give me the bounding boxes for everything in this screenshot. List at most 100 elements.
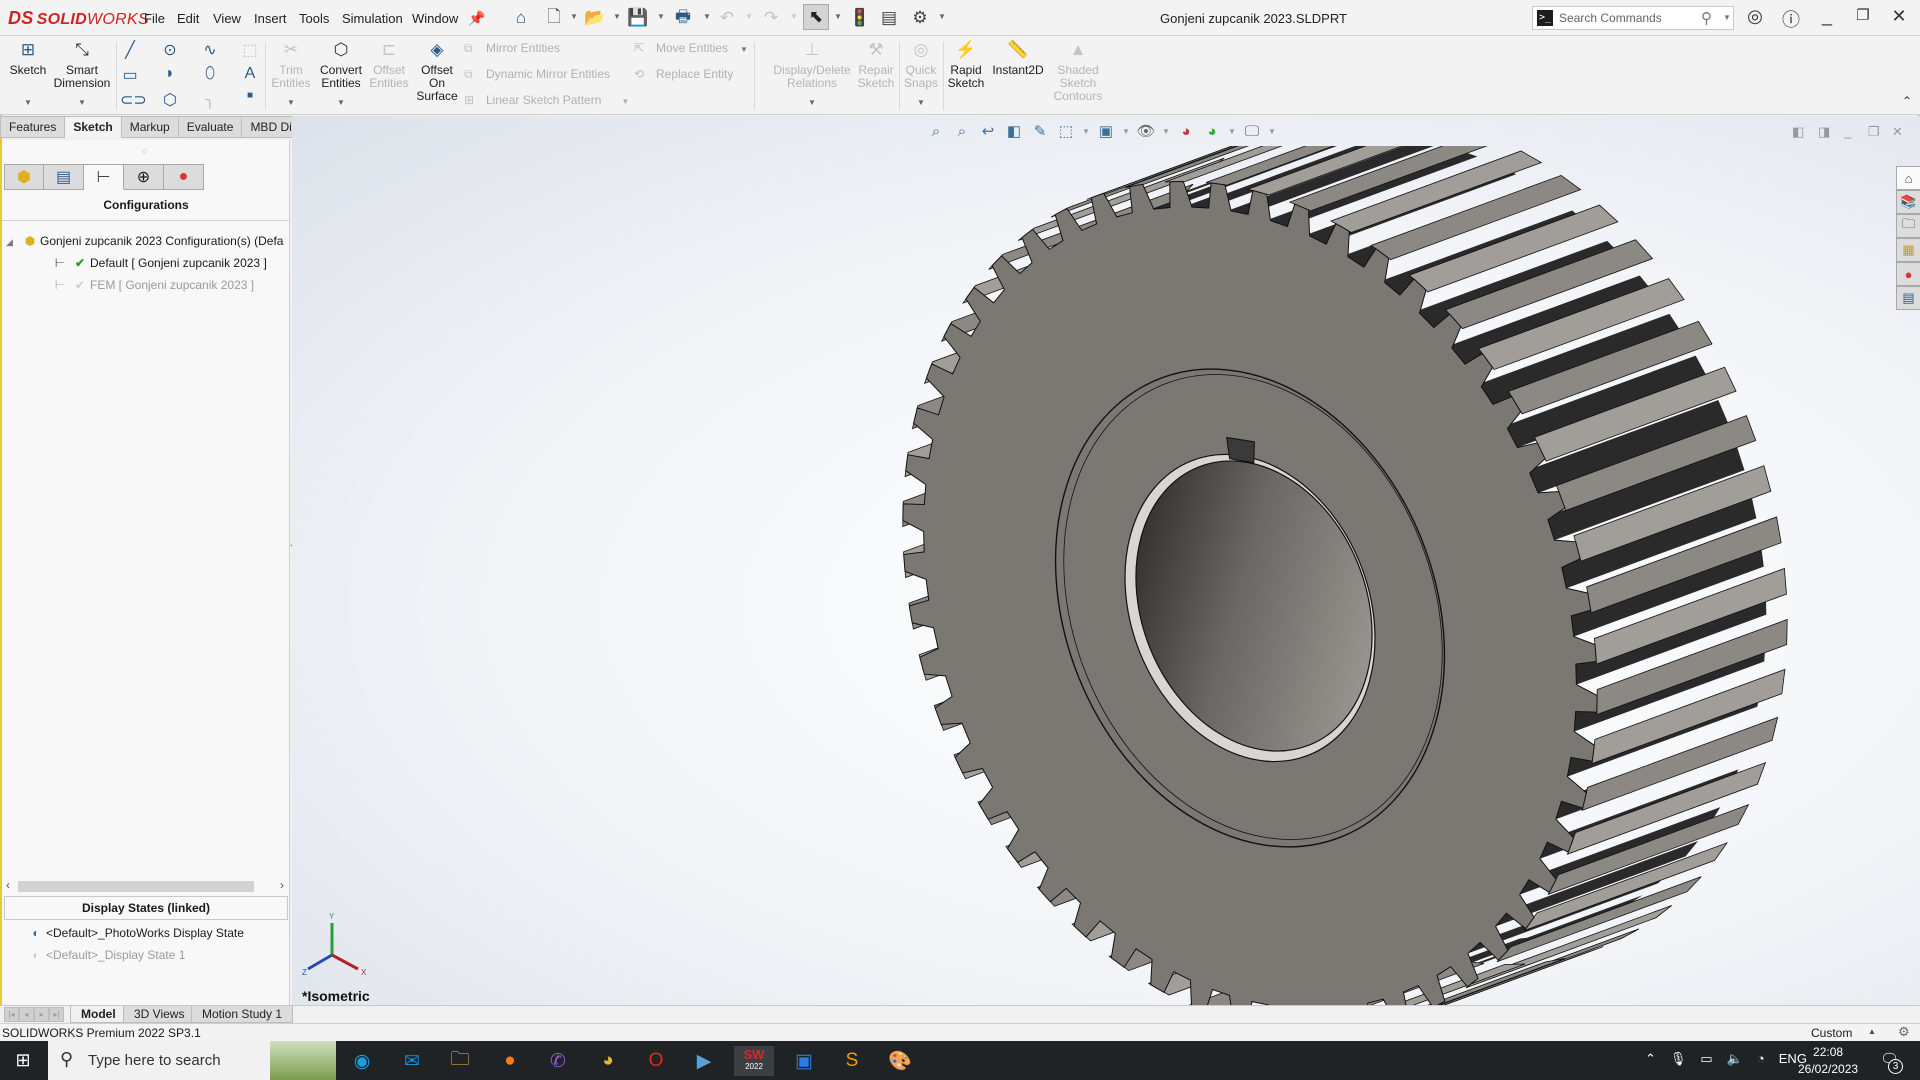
display-style-dropdown-icon[interactable]: ▼ (1122, 127, 1130, 136)
slot-icon[interactable]: ⊂⊃ (120, 90, 147, 110)
zoom-to-fit-icon[interactable]: ⌕ (926, 123, 946, 140)
next-tab-icon[interactable]: ▸ (34, 1007, 49, 1022)
scroll-left-icon[interactable]: ‹ (6, 878, 10, 892)
sketch-button[interactable]: ⊞ Sketch ▼ (8, 40, 48, 109)
select-icon[interactable]: ⬉ (803, 4, 829, 30)
new-document-icon[interactable]: 🗋 (543, 7, 565, 29)
arc-icon[interactable]: ◗ (160, 65, 180, 83)
replace-entity-button[interactable]: ⟲ Replace Entity (634, 67, 733, 81)
edge-icon[interactable]: ◉ (342, 1046, 382, 1076)
appearances-tab[interactable]: ● (1896, 262, 1920, 286)
construction-geometry-icon[interactable]: ⬚ (240, 40, 260, 60)
rebuild-icon[interactable]: 🚦 (849, 7, 871, 29)
search-dropdown-icon[interactable]: ▼ (1723, 13, 1731, 22)
edit-appearance-icon[interactable]: ◕ (1176, 123, 1196, 140)
tab-evaluate[interactable]: Evaluate (178, 116, 243, 138)
print-dropdown-icon[interactable]: ▼ (703, 12, 711, 21)
clock[interactable]: 22:08 26/02/2023 (1798, 1044, 1858, 1078)
point-icon[interactable]: ■ (240, 90, 260, 101)
move-dropdown-icon[interactable]: ▼ (740, 45, 748, 54)
undo-dropdown-icon[interactable]: ▼ (745, 12, 753, 21)
sketch-dropdown-icon[interactable]: ▼ (8, 96, 48, 109)
solidworks-logo[interactable]: DS SOLIDWORKS (8, 8, 149, 29)
help-icon[interactable]: ⓘ (1778, 6, 1804, 32)
mail-icon[interactable]: ✉ (392, 1046, 432, 1076)
file-properties-icon[interactable]: ▤ (878, 7, 900, 29)
line-icon[interactable]: ╱ (120, 40, 140, 60)
action-center-icon[interactable]: 🗨 3 (1880, 1050, 1903, 1074)
menu-view[interactable]: View (213, 11, 241, 26)
mirror-entities-button[interactable]: ⧉ Mirror Entities (464, 41, 560, 56)
trim-entities-button[interactable]: ✂ Trim Entities ▼ (270, 40, 312, 109)
trim-dropdown-icon[interactable]: ▼ (270, 96, 312, 109)
taskbar-search-input[interactable]: ⚲ Type here to search (48, 1041, 336, 1080)
quick-snaps-dropdown-icon[interactable]: ▼ (902, 96, 940, 109)
move-entities-button[interactable]: ⇱ Move Entities ▼ (634, 41, 748, 55)
collapse-arrow-icon[interactable]: ◢ (6, 237, 20, 248)
save-icon[interactable]: 💾 (627, 7, 649, 29)
viewport-minimize-icon[interactable]: _ (1844, 124, 1851, 139)
file-explorer-icon[interactable]: 🗀 (440, 1046, 480, 1076)
volume-icon[interactable]: 🔈 (1727, 1051, 1743, 1067)
relations-dropdown-icon[interactable]: ▼ (770, 96, 854, 109)
spline-icon[interactable]: ∿ (200, 40, 220, 60)
horizontal-scrollbar[interactable]: ‹ › (4, 878, 288, 894)
configuration-item-default[interactable]: ⊢ ✔ Default [ Gonjeni zupcanik 2023 ] (50, 256, 267, 270)
display-delete-relations-button[interactable]: ⊥ Display/Delete Relations ▼ (770, 40, 854, 109)
propertymanager-tab[interactable]: ▤ (44, 164, 84, 190)
viewport-close-icon[interactable]: ✕ (1892, 124, 1903, 140)
dynamic-mirror-button[interactable]: ⧉ Dynamic Mirror Entities (464, 67, 610, 82)
home-icon[interactable]: ⌂ (510, 7, 532, 29)
circle-icon[interactable]: ⊙ (160, 40, 180, 60)
offset-entities-button[interactable]: ⊏ Offset Entities (368, 40, 410, 90)
tile-left-icon[interactable]: ◧ (1792, 124, 1804, 140)
unit-system-selector[interactable]: Custom (1811, 1026, 1852, 1040)
graphics-area[interactable]: ⌕ ⌕ ↩ ◧ ✎ ⬚ ▼ ▣ ▼ 👁 ▼ ◕ ◕ ▼ 🖵 ▼ ◧ ◨ _ ❐ ✕ ⌂ 📚… (292, 116, 1920, 1026)
zoom-to-area-icon[interactable]: ⌕ (952, 123, 972, 140)
save-dropdown-icon[interactable]: ▼ (657, 12, 665, 21)
restore-button[interactable]: ❐ (1850, 6, 1876, 24)
scene-dropdown-icon[interactable]: ▼ (1228, 127, 1236, 136)
close-button[interactable]: ✕ (1886, 6, 1912, 27)
convert-dropdown-icon[interactable]: ▼ (316, 96, 366, 109)
smart-dimension-dropdown-icon[interactable]: ▼ (52, 96, 112, 109)
tab-sketch[interactable]: Sketch (65, 116, 122, 138)
apply-scene-icon[interactable]: ◕ (1202, 123, 1222, 140)
solidworks-taskbar-icon[interactable]: SW 2022 (734, 1046, 774, 1076)
options-icon[interactable]: ⚙ (909, 7, 931, 29)
new-dropdown-icon[interactable]: ▼ (570, 12, 578, 21)
firefox-icon[interactable]: ● (490, 1046, 530, 1076)
quick-snaps-button[interactable]: ◎ Quick Snaps ▼ (902, 40, 940, 109)
open-icon[interactable]: 📂 (584, 7, 606, 29)
menu-file[interactable]: File (144, 11, 165, 26)
search-icon[interactable]: ⚲ (1701, 9, 1712, 27)
options-dropdown-icon[interactable]: ▼ (938, 12, 946, 21)
media-player-icon[interactable]: ▶ (684, 1046, 724, 1076)
scroll-right-icon[interactable]: › (280, 878, 284, 892)
search-highlight-image[interactable] (270, 1041, 336, 1080)
scrollbar-thumb[interactable] (18, 881, 254, 892)
fillet-icon[interactable]: ╮ (200, 90, 220, 110)
minimize-button[interactable]: _ (1814, 6, 1840, 27)
previous-view-icon[interactable]: ↩ (978, 122, 998, 140)
shaded-sketch-contours-button[interactable]: ▲ Shaded Sketch Contours (1050, 40, 1106, 103)
design-library-tab[interactable]: 📚 (1896, 190, 1920, 214)
tab-markup[interactable]: Markup (121, 116, 179, 138)
menu-insert[interactable]: Insert (254, 11, 287, 26)
pane-grip[interactable]: ○ (142, 146, 147, 156)
select-dropdown-icon[interactable]: ▼ (834, 12, 842, 21)
open-dropdown-icon[interactable]: ▼ (613, 12, 621, 21)
menu-edit[interactable]: Edit (177, 11, 199, 26)
viewport-restore-icon[interactable]: ❐ (1868, 124, 1880, 140)
displaymanager-tab[interactable]: ● (164, 164, 204, 190)
pattern-dropdown-icon[interactable]: ▼ (621, 97, 629, 106)
start-button[interactable]: ⊞ (0, 1041, 46, 1080)
rapid-sketch-button[interactable]: ⚡ Rapid Sketch (946, 40, 986, 90)
hide-show-items-icon[interactable]: 👁 (1136, 122, 1156, 140)
print-icon[interactable]: 🖶 (672, 7, 694, 29)
ellipse-icon[interactable]: ⬯ (200, 65, 220, 83)
configuration-item-fem[interactable]: ⊢ ✔ FEM [ Gonjeni zupcanik 2023 ] (50, 278, 254, 292)
dimxpertmanager-tab[interactable]: ⊕ (124, 164, 164, 190)
tile-right-icon[interactable]: ◨ (1818, 124, 1830, 140)
last-tab-icon[interactable]: ▸| (49, 1007, 64, 1022)
